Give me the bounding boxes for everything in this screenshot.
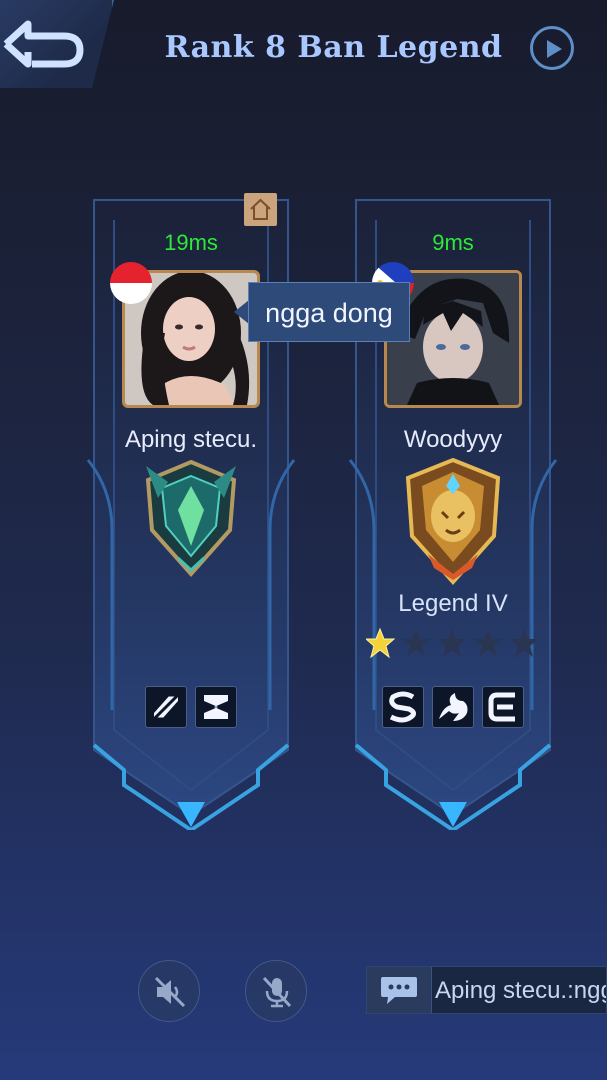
- speaker-muted-icon: [154, 976, 186, 1008]
- rank-label: Legend IV: [398, 590, 508, 617]
- chat-icon: [381, 977, 417, 1004]
- legend-emblem-icon: [398, 457, 508, 591]
- spell-list: [346, 686, 560, 732]
- spell-z-icon[interactable]: [144, 686, 187, 728]
- star-rating: [364, 626, 546, 667]
- player-name: Aping stecu.: [124, 426, 258, 453]
- indonesia-flag-icon: [110, 262, 152, 304]
- star-icon: [364, 627, 396, 659]
- home-badge: [244, 193, 277, 226]
- play-circle-icon: [547, 40, 562, 58]
- star-icon: [438, 629, 466, 657]
- spell-list: [84, 686, 298, 732]
- mythic-emblem-icon: [138, 458, 244, 583]
- chat-message: Aping stecu.:ngga dong: [435, 977, 606, 1004]
- ping-label: 9ms: [432, 230, 474, 255]
- spell-e-icon[interactable]: [482, 686, 525, 728]
- chat-bar[interactable]: Aping stecu.:ngga dong: [366, 966, 607, 1014]
- star-icon: [474, 629, 502, 657]
- spell-flame-icon[interactable]: [432, 686, 474, 728]
- player-name: Woodyyy: [403, 426, 503, 453]
- play-button[interactable]: [530, 26, 574, 70]
- spell-z-alt-icon[interactable]: [195, 686, 238, 728]
- star-icon: [510, 629, 538, 657]
- chat-button[interactable]: [367, 967, 432, 1013]
- mute-speaker-button[interactable]: [138, 960, 200, 1022]
- page-title: Rank 8 Ban Legend: [164, 30, 503, 65]
- mute-mic-button[interactable]: [245, 960, 307, 1022]
- mic-muted-icon: [262, 976, 292, 1008]
- chat-bubble: ngga dong: [248, 282, 410, 342]
- star-icon: [402, 629, 430, 657]
- home-icon: [250, 198, 271, 220]
- ping-label: 19ms: [164, 230, 218, 255]
- spell-s-icon[interactable]: [381, 686, 424, 728]
- chat-bubble-tail: [234, 300, 249, 324]
